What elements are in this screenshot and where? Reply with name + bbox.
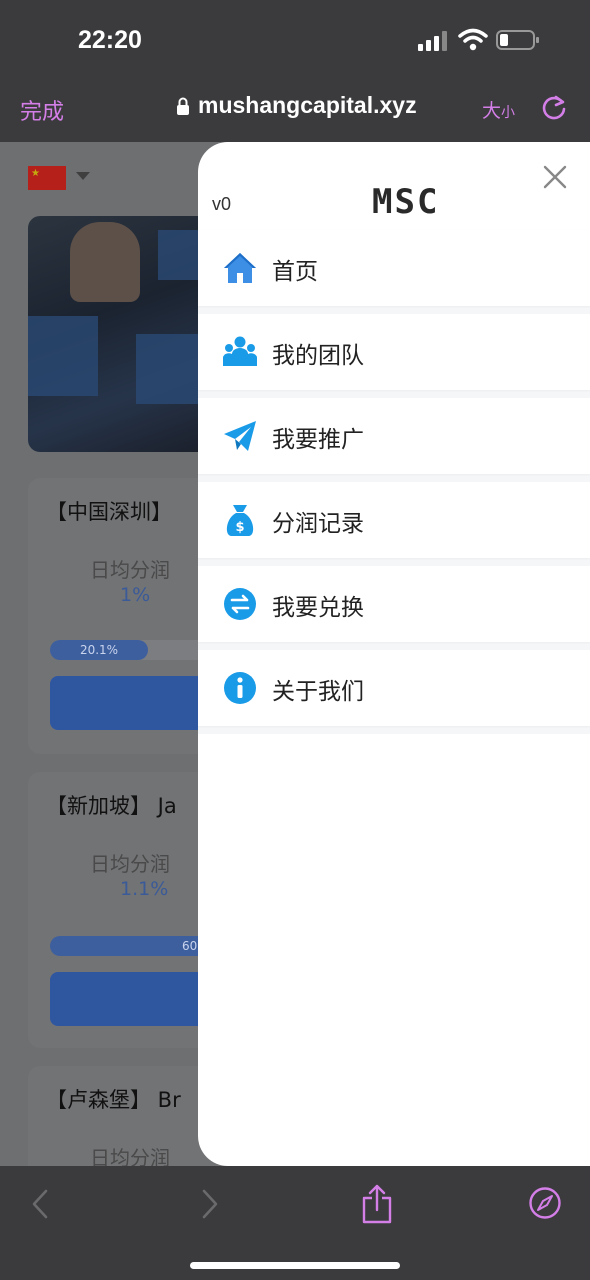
card-value: 1.1%: [120, 878, 169, 900]
msc-logo: MSC: [372, 182, 440, 222]
battery-icon: [496, 30, 539, 50]
menu-item-profit-records[interactable]: $ 分润记录: [198, 482, 590, 558]
menu-item-label: 首页: [272, 259, 318, 285]
close-icon[interactable]: [542, 164, 568, 190]
menu-item-label: 我要推广: [272, 427, 364, 453]
status-time: 22:20: [78, 26, 142, 54]
version-label: v0: [212, 194, 232, 214]
team-icon: [223, 336, 257, 366]
card-label: 日均分润: [90, 852, 170, 876]
menu-item-promote[interactable]: 我要推广: [198, 398, 590, 474]
url-field[interactable]: mushangcapital.xyz: [176, 92, 417, 119]
text-size-big: 大: [482, 100, 502, 122]
drawer-menu: 首页 我的团队 我要推广 $ 分润记录 我要兑换 关于我们: [198, 230, 590, 734]
card-title: 【卢森堡】 Br: [46, 1088, 181, 1112]
card-title: 【中国深圳】: [46, 500, 172, 524]
cellular-signal-icon: [418, 31, 447, 51]
side-drawer: v0 MSC 首页 我的团队 我要推广 $ 分润记录 我要兑换 关于我们: [198, 142, 590, 1166]
menu-item-label: 分润记录: [272, 511, 364, 537]
card-value: 1%: [120, 584, 151, 606]
url-text: mushangcapital.xyz: [198, 92, 417, 118]
forward-icon[interactable]: [200, 1188, 220, 1220]
card-label: 日均分润: [90, 1146, 170, 1166]
menu-item-home[interactable]: 首页: [198, 230, 590, 306]
share-icon[interactable]: [360, 1184, 394, 1224]
home-icon: [224, 253, 256, 283]
back-icon[interactable]: [30, 1188, 50, 1220]
menu-item-label: 我的团队: [272, 343, 364, 369]
browser-address-bar: 完成 mushangcapital.xyz 大小: [0, 76, 590, 142]
info-icon: [224, 672, 256, 704]
china-flag-icon[interactable]: ★: [28, 166, 66, 190]
home-indicator[interactable]: [190, 1262, 400, 1269]
reload-icon[interactable]: [540, 94, 568, 122]
done-button[interactable]: 完成: [20, 94, 64, 126]
menu-item-my-team[interactable]: 我的团队: [198, 314, 590, 390]
svg-text:$: $: [235, 520, 244, 535]
card-title: 【新加坡】 Ja: [46, 794, 177, 818]
text-size-button[interactable]: 大小: [482, 96, 515, 123]
menu-item-label: 我要兑换: [272, 595, 364, 621]
progress-label: 60: [182, 939, 198, 953]
card-label: 日均分润: [90, 558, 170, 582]
text-size-small: 小: [501, 105, 516, 121]
progress-bar: 20.1%: [50, 640, 148, 660]
exchange-icon: [224, 588, 256, 620]
paper-plane-icon: [224, 421, 256, 451]
menu-item-label: 关于我们: [272, 679, 364, 705]
money-bag-icon: $: [226, 505, 254, 536]
lock-icon: [177, 97, 189, 115]
status-bar: 22:20: [0, 0, 590, 76]
menu-item-exchange[interactable]: 我要兑换: [198, 566, 590, 642]
chevron-down-icon[interactable]: [76, 172, 90, 180]
compass-icon[interactable]: [528, 1186, 562, 1220]
browser-toolbar: [0, 1166, 590, 1280]
wifi-icon: [458, 28, 488, 51]
menu-item-about-us[interactable]: 关于我们: [198, 650, 590, 726]
